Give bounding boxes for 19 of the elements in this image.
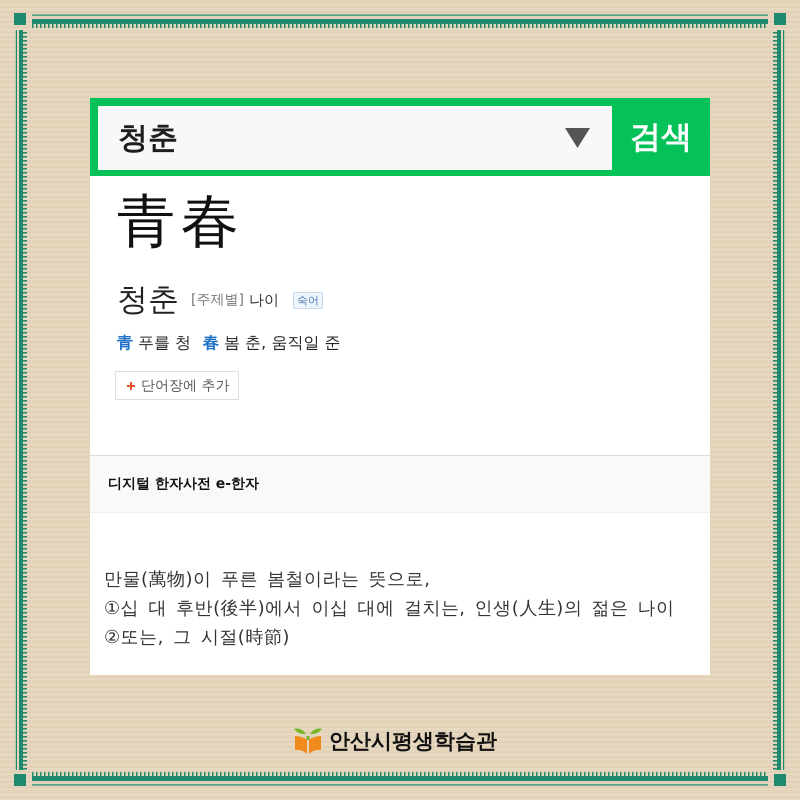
hanja-character-link[interactable]: 春 [203,332,220,354]
book-logo-icon [293,728,323,754]
definition-line: 만물(萬物)이 푸른 봄철이라는 뜻으로, [104,568,432,592]
hanja-headword: 青春 [117,186,245,256]
category-label: [주제별] [191,291,244,309]
definition-line: ①십 대 후반(後半)에서 이십 대에 걸치는, 인생(人生)의 젊은 나이 [104,597,676,621]
hangul-reading: 청춘 [117,281,179,320]
character-meaning: 봄 춘, 움직일 준 [224,332,340,354]
idiom-tag: 숙어 [292,292,323,308]
dropdown-caret-icon[interactable] [565,128,590,148]
search-field[interactable]: 청춘 [98,106,612,170]
add-to-wordbook-button[interactable]: 단어장에 추가 [115,371,240,400]
topic-link[interactable]: 나이 [248,290,279,310]
character-meaning: 푸를 청 [138,332,192,354]
logo-text: 안산시평생학습관 [329,728,497,755]
plus-icon [127,382,135,390]
hanja-character-link[interactable]: 青 [117,332,133,354]
definition-line: ②또는, 그 시절(時節) [104,626,291,650]
source-title: 디지털 한자사전 e-한자 [108,475,260,493]
